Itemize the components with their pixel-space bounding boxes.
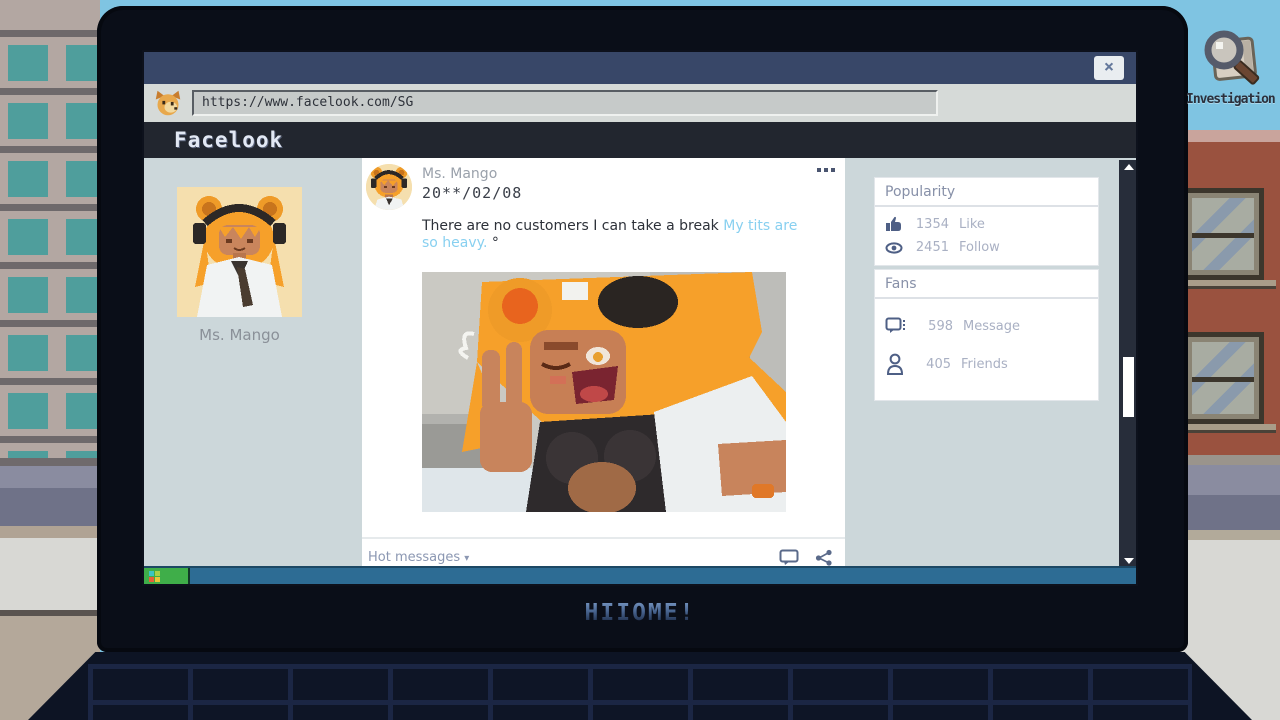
post-text: There are no customers I can take a brea… — [422, 218, 800, 252]
scroll-down-icon[interactable] — [1124, 558, 1134, 564]
doge-icon — [154, 89, 182, 117]
window — [1182, 332, 1264, 424]
laptop-keyboard — [28, 652, 1252, 720]
post-art — [422, 272, 786, 512]
message-count: 598 — [917, 319, 953, 334]
desktop-icon-investigation[interactable]: Investigation — [1186, 26, 1272, 107]
chevron-down-icon: ▾ — [464, 553, 469, 564]
browser-window: × https://www.facelook.com/SG Facelook — [142, 50, 1138, 586]
post-date: 20**/02/08 — [422, 184, 522, 202]
like-label: Like — [959, 217, 985, 232]
eye-icon — [885, 241, 903, 255]
scrollbar[interactable] — [1119, 160, 1136, 568]
popularity-title: Popularity — [875, 178, 1098, 207]
post-text-plain: There are no customers I can take a brea… — [422, 218, 723, 234]
post-author: Ms. Mango — [422, 166, 497, 182]
post-text-suffix: ° — [487, 235, 498, 251]
city-building-left — [0, 0, 100, 720]
post-avatar[interactable] — [366, 164, 412, 210]
laptop-brand-logo: HIIOME! — [585, 600, 696, 626]
start-button[interactable] — [144, 568, 190, 584]
friends-row: 405 Friends — [875, 353, 1098, 375]
like-count: 1354 — [913, 217, 949, 232]
desktop-icon-label: Investigation — [1186, 92, 1272, 107]
chat-icon — [885, 317, 907, 335]
game-scene: HIIOME! × https://www.facelook.com/SG Fa… — [0, 0, 1280, 720]
avatar-art — [366, 164, 412, 210]
fans-title: Fans — [875, 270, 1098, 299]
scrollbar-thumb[interactable] — [1123, 357, 1134, 417]
os-taskbar — [144, 566, 1136, 584]
page-content: Ms. Mango — [144, 158, 1136, 570]
url-input[interactable]: https://www.facelook.com/SG — [192, 90, 938, 116]
share-icon[interactable] — [815, 549, 833, 566]
scroll-up-icon[interactable] — [1124, 164, 1134, 170]
keyboard-keys — [88, 664, 1192, 720]
fans-card: Fans 598 Message — [874, 269, 1099, 401]
post-image[interactable] — [422, 272, 786, 512]
divider — [362, 537, 845, 539]
post-menu-icon[interactable] — [817, 168, 835, 172]
person-icon — [885, 353, 905, 375]
comment-icon[interactable] — [779, 549, 799, 566]
like-row: 1354 Like — [875, 216, 1098, 232]
profile-art — [177, 187, 302, 317]
window-titlebar[interactable]: × — [144, 52, 1136, 84]
close-button[interactable]: × — [1094, 56, 1124, 80]
post-footer: Hot messages ▾ — [368, 546, 833, 568]
follow-label: Follow — [959, 240, 1000, 255]
magnifier-document-icon — [1196, 26, 1262, 86]
friends-count: 405 — [915, 357, 951, 372]
building-facade-left — [0, 0, 100, 458]
friends-label: Friends — [961, 357, 1008, 372]
os-logo-icon — [149, 571, 160, 582]
site-header: Facelook — [144, 122, 1136, 158]
profile-picture[interactable] — [177, 187, 302, 317]
message-row: 598 Message — [875, 317, 1098, 335]
message-label: Message — [963, 319, 1020, 334]
hot-messages-dropdown[interactable]: Hot messages ▾ — [368, 550, 469, 565]
post-card: Ms. Mango 20**/02/08 There are no custom… — [362, 158, 845, 570]
profile-name: Ms. Mango — [152, 326, 327, 344]
follow-count: 2451 — [913, 240, 949, 255]
thumbs-up-icon — [885, 216, 903, 232]
follow-row: 2451 Follow — [875, 240, 1098, 255]
address-bar: https://www.facelook.com/SG — [144, 84, 1136, 122]
window — [1182, 188, 1264, 280]
site-title: Facelook — [174, 128, 283, 152]
popularity-card: Popularity 1354 Like — [874, 177, 1099, 266]
